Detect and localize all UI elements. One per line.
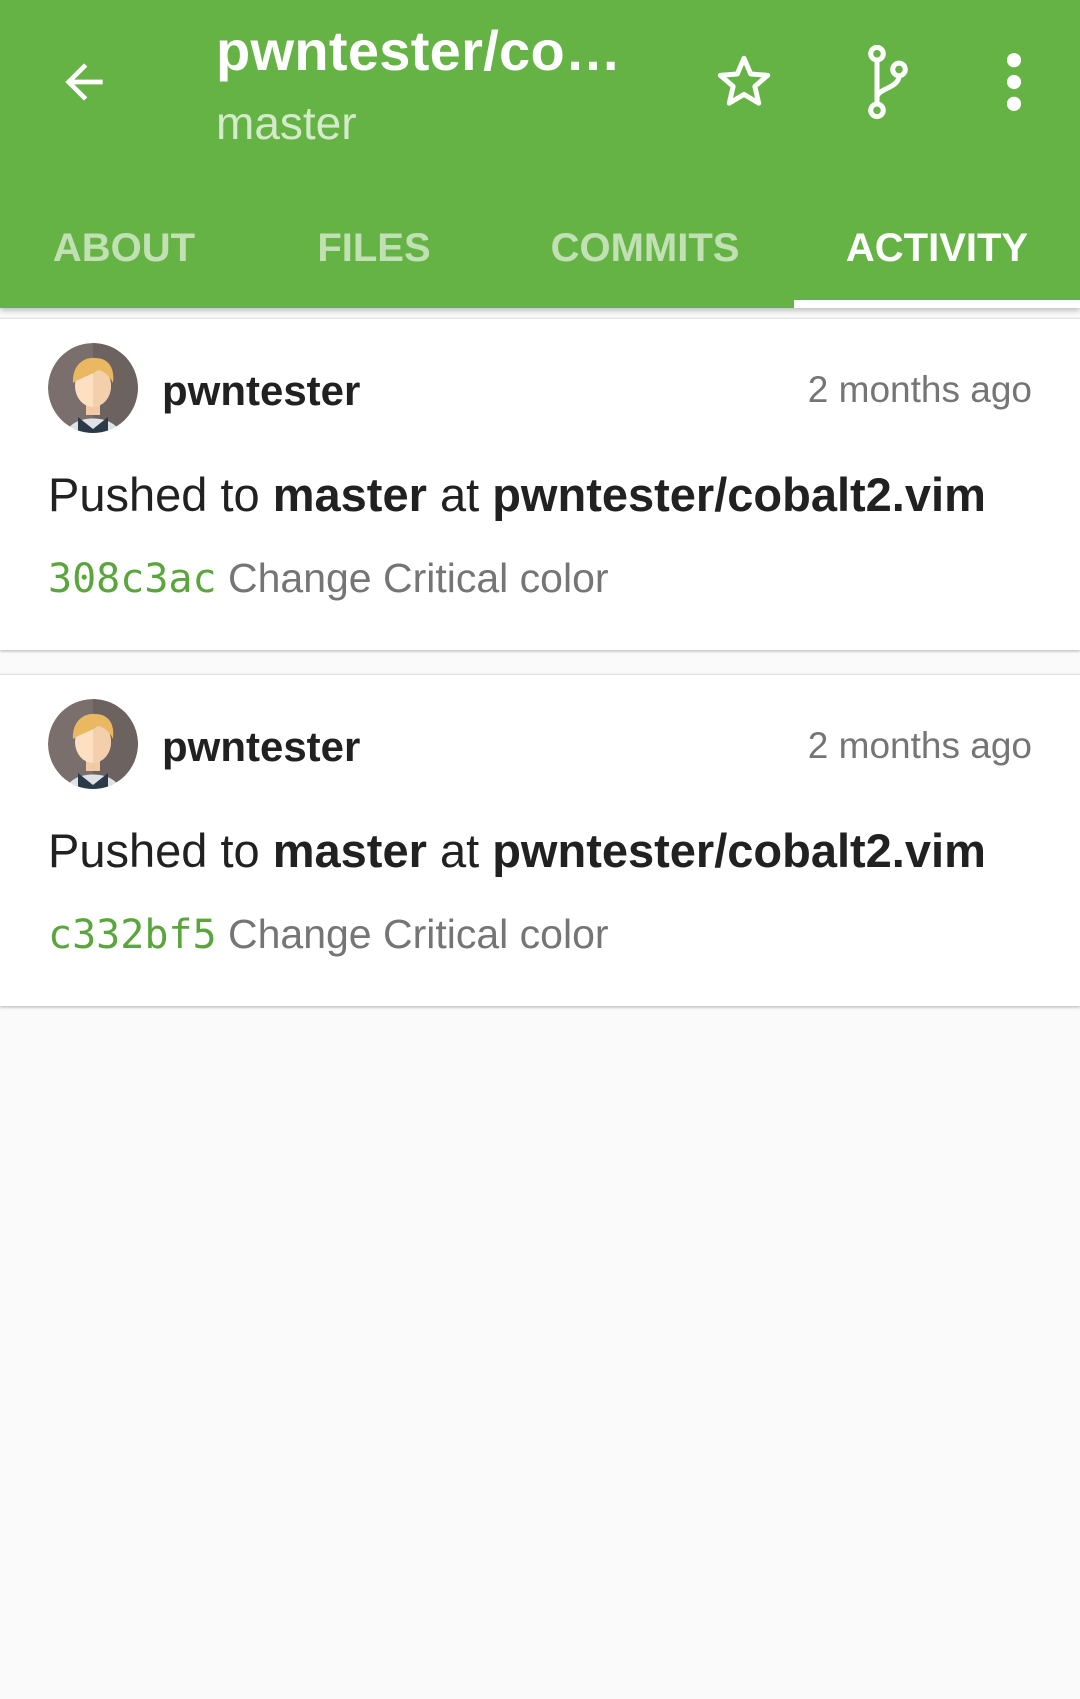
branch-button[interactable] xyxy=(850,44,926,120)
user-avatar-icon xyxy=(48,699,138,789)
commit-message: Change Critical color xyxy=(227,555,609,601)
activity-card[interactable]: pwntester 2 months ago Pushed to master … xyxy=(0,674,1080,1006)
tab-activity[interactable]: ACTIVITY xyxy=(794,188,1080,308)
event-branch: master xyxy=(272,468,427,521)
activity-card[interactable]: pwntester 2 months ago Pushed to master … xyxy=(0,318,1080,650)
event-headline: Pushed to master at pwntester/cobalt2.vi… xyxy=(48,823,986,878)
more-options-button[interactable] xyxy=(976,44,1052,120)
event-username[interactable]: pwntester xyxy=(162,367,360,415)
event-repo[interactable]: pwntester/cobalt2.vim xyxy=(492,824,986,877)
tab-files[interactable]: FILES xyxy=(274,188,474,308)
event-headline: Pushed to master at pwntester/cobalt2.vi… xyxy=(48,467,986,522)
commit-line[interactable]: c332bf5 Change Critical color xyxy=(48,911,609,958)
tab-commits[interactable]: COMMITS xyxy=(520,188,770,308)
event-action: Pushed to xyxy=(48,468,260,521)
event-at: at xyxy=(439,468,480,521)
commit-line[interactable]: 308c3ac Change Critical color xyxy=(48,555,609,602)
star-icon xyxy=(717,55,771,106)
commit-sha[interactable]: c332bf5 xyxy=(48,912,217,958)
app-bar: pwntester/co… master ABOUT FILES COMMITS… xyxy=(0,0,1080,308)
more-vert-icon xyxy=(1006,53,1022,111)
commit-sha[interactable]: 308c3ac xyxy=(48,556,217,602)
event-time: 2 months ago xyxy=(807,369,1032,410)
repo-title: pwntester/co… xyxy=(216,19,622,82)
branch-subtitle: master xyxy=(216,97,357,149)
event-repo[interactable]: pwntester/cobalt2.vim xyxy=(492,468,986,521)
arrow-back-icon xyxy=(65,63,103,101)
event-action: Pushed to xyxy=(48,824,260,877)
avatar[interactable] xyxy=(48,343,138,433)
back-button[interactable] xyxy=(48,46,120,118)
avatar[interactable] xyxy=(48,699,138,789)
commit-message: Change Critical color xyxy=(227,911,609,957)
event-branch: master xyxy=(272,824,427,877)
tab-about[interactable]: ABOUT xyxy=(24,188,224,308)
event-username[interactable]: pwntester xyxy=(162,723,360,771)
user-avatar-icon xyxy=(48,343,138,433)
star-button[interactable] xyxy=(706,44,782,120)
event-at: at xyxy=(439,824,480,877)
branch-icon xyxy=(868,44,908,120)
tab-bar: ABOUT FILES COMMITS ACTIVITY xyxy=(0,188,1080,308)
event-time: 2 months ago xyxy=(807,725,1032,766)
tab-indicator xyxy=(794,300,1080,308)
